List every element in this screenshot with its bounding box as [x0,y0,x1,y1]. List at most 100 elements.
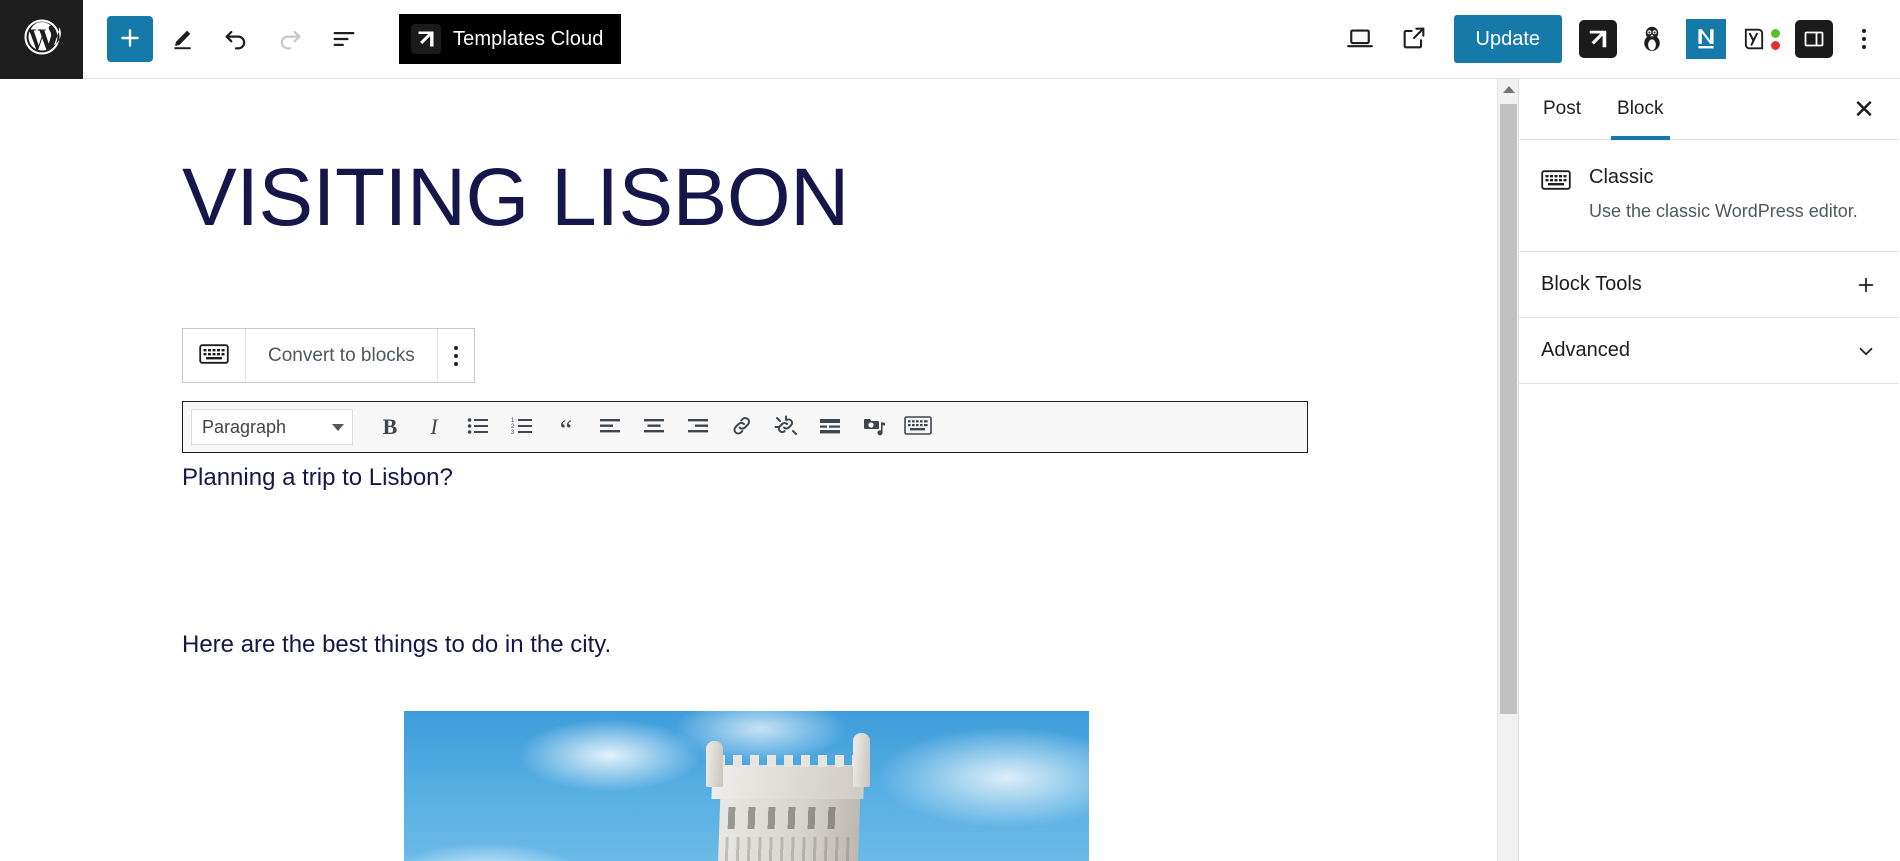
templates-cloud-plugin-button[interactable] [1572,13,1624,65]
format-select-value: Paragraph [202,417,286,438]
insert-link-button[interactable] [721,407,763,447]
numbered-list-icon: 1 2 3 [511,416,533,439]
add-media-icon [862,415,886,440]
kebab-dot [1862,45,1866,49]
tower-battlements [716,755,860,767]
external-link-icon [1400,24,1428,55]
blockquote-button[interactable]: “ [545,407,587,447]
kebab-dot [1862,37,1866,41]
settings-sidebar-toggle[interactable] [1788,13,1840,65]
tower-upper-section [711,765,864,799]
redo-button[interactable] [265,14,315,64]
add-block-button[interactable] [107,16,153,62]
italic-button[interactable]: I [413,407,455,447]
numbered-list-button[interactable]: 1 2 3 [501,407,543,447]
yoast-status-dots [1771,29,1780,50]
list-view-icon [330,25,358,53]
editor-header: Templates Cloud Update [0,0,1900,79]
scroll-up-arrow[interactable] [1498,79,1519,99]
penguin-plugin-button[interactable] [1626,13,1678,65]
bulleted-list-button[interactable] [457,407,499,447]
format-select[interactable]: Paragraph [191,409,353,445]
kebab-dot [454,354,458,358]
wordpress-logo-button[interactable] [0,0,83,79]
bold-button[interactable]: B [369,407,411,447]
settings-sidebar: Post Block ✕ [1518,79,1899,861]
tab-block[interactable]: Block [1599,79,1681,140]
sidebar-tab-bar: Post Block ✕ [1519,79,1899,140]
list-view-button[interactable] [319,14,369,64]
align-left-icon [599,416,621,439]
chevron-down-icon [1855,340,1877,362]
convert-to-blocks-button[interactable]: Convert to blocks [246,329,438,382]
header-right-toolbar: Update [1334,13,1900,65]
templates-cloud-button[interactable]: Templates Cloud [399,14,621,64]
kebab-icon [454,346,458,366]
keyboard-icon [904,415,932,439]
remove-link-button[interactable] [765,407,807,447]
align-right-icon [687,416,709,439]
read-more-button[interactable] [809,407,851,447]
preview-button[interactable] [1334,13,1386,65]
block-info-text: Classic Use the classic WordPress editor… [1589,166,1858,223]
post-image-belem-tower[interactable] [404,711,1089,861]
classic-keyboard-icon [199,343,229,368]
panel-block-tools-label: Block Tools [1541,273,1642,296]
wordpress-logo [21,16,63,63]
penguin-icon [1637,23,1667,56]
bulleted-list-icon [467,416,489,439]
block-description: Use the classic WordPress editor. [1589,199,1858,223]
view-post-button[interactable] [1388,13,1440,65]
align-center-icon [643,416,665,439]
classic-keyboard-icon [1541,166,1571,223]
update-button[interactable]: Update [1454,15,1563,63]
edit-tool-button[interactable] [157,14,207,64]
close-sidebar-button[interactable]: ✕ [1843,88,1885,130]
kebab-dot [454,362,458,366]
block-toolbar: Convert to blocks [182,328,475,383]
tab-post[interactable]: Post [1525,79,1599,140]
align-center-button[interactable] [633,407,675,447]
editor-canvas[interactable]: VISITING LISBON [0,79,1497,861]
tower-windows [728,807,845,829]
block-info-card: Classic Use the classic WordPress editor… [1519,140,1899,252]
canvas-scrollbar[interactable] [1497,79,1518,861]
canvas-inner: VISITING LISBON [0,79,1497,239]
read-more-icon [818,416,842,439]
scrollbar-thumb[interactable] [1500,104,1517,714]
post-paragraph-2[interactable]: Here are the best things to do in the ci… [182,631,611,659]
add-media-button[interactable] [853,407,895,447]
yoast-dot-green [1771,29,1780,38]
kebab-dot [1862,29,1866,33]
block-options-button[interactable] [438,329,474,382]
editor-body: VISITING LISBON [0,79,1900,861]
post-title[interactable]: VISITING LISBON [182,157,1497,239]
panel-block-tools[interactable]: Block Tools [1519,252,1899,318]
yoast-seo-icon [1740,25,1780,53]
more-options-button[interactable] [1842,14,1886,64]
classic-editor-toolbar: Paragraph B I 1 [182,401,1308,453]
neve-plugin-button[interactable] [1680,13,1732,65]
keyboard-shortcuts-button[interactable] [897,407,939,447]
yoast-dot-red [1771,41,1780,50]
kebab-dot [454,346,458,350]
post-paragraph-1[interactable]: Planning a trip to Lisbon? [182,464,453,492]
undo-icon [222,25,250,53]
plus-icon [117,25,143,54]
yoast-seo-button[interactable] [1734,13,1786,65]
chevron-down-icon [332,424,344,431]
panel-advanced[interactable]: Advanced [1519,318,1899,384]
block-type-classic-button[interactable] [183,329,246,382]
unlink-icon [774,415,798,440]
align-left-button[interactable] [589,407,631,447]
header-left-toolbar: Templates Cloud [83,14,621,64]
templates-cloud-label: Templates Cloud [453,28,603,51]
pencil-icon [169,26,195,52]
align-right-button[interactable] [677,407,719,447]
panel-advanced-label: Advanced [1541,339,1630,362]
tower-turret-left [706,741,723,787]
undo-button[interactable] [211,14,261,64]
svg-text:3: 3 [511,430,515,436]
tower-turret-right [853,733,870,787]
neve-n-icon [1686,19,1726,59]
